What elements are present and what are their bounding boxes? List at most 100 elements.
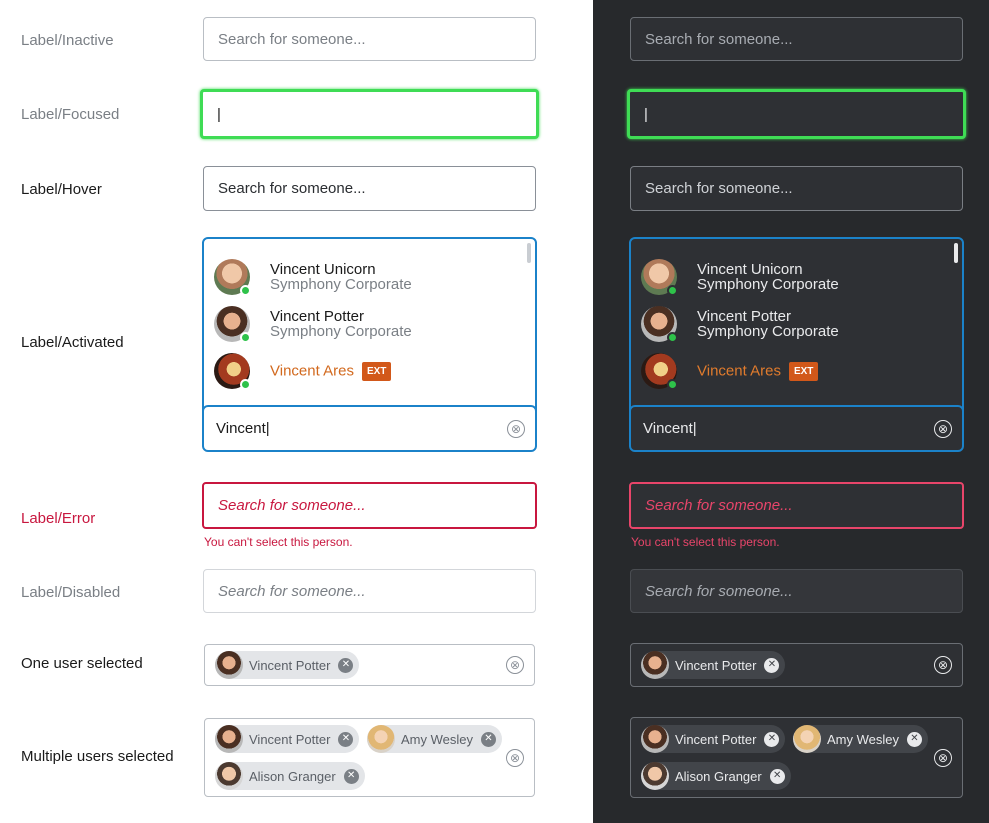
search-placeholder: Search for someone... <box>218 497 366 514</box>
vincent-unicorn-avatar <box>641 259 678 296</box>
user-chip[interactable]: Vincent Potter ✕ <box>641 651 786 679</box>
label-hover: Label/Hover <box>21 181 102 198</box>
clear-icon[interactable]: ⊗ <box>506 749 524 767</box>
result-item[interactable]: Vincent Unicorn Symphony Corporate <box>641 255 952 299</box>
search-input-inactive[interactable]: Search for someone... <box>203 17 536 61</box>
results-list[interactable]: Vincent Unicorn Symphony Corporate Vince… <box>631 239 962 407</box>
clear-icon[interactable]: ⊗ <box>934 749 952 767</box>
vincent-potter-avatar <box>641 651 669 679</box>
clear-icon[interactable]: ⊗ <box>934 419 952 438</box>
clear-icon[interactable]: ⊗ <box>507 419 525 438</box>
presence-online-icon <box>240 379 251 390</box>
result-org: Symphony Corporate <box>270 323 412 340</box>
result-item[interactable]: Vincent Ares EXT <box>214 349 525 393</box>
remove-chip-icon[interactable]: ✕ <box>764 657 780 673</box>
search-input-activated[interactable]: Vincent| ⊗ <box>204 405 535 450</box>
presence-online-icon <box>667 332 678 343</box>
clear-icon[interactable]: ⊗ <box>506 656 524 674</box>
search-input-inactive[interactable]: Search for someone... <box>630 17 963 61</box>
presence-online-icon <box>240 332 251 343</box>
amy-wesley-avatar <box>367 725 395 753</box>
search-dropdown-activated[interactable]: Vincent Unicorn Symphony Corporate Vince… <box>629 237 964 452</box>
presence-online-icon <box>667 379 678 390</box>
external-badge: EXT <box>361 361 392 381</box>
clear-icon[interactable]: ⊗ <box>934 656 952 674</box>
result-item[interactable]: Vincent Unicorn Symphony Corporate <box>214 255 525 299</box>
error-message: You can't select this person. <box>204 535 353 549</box>
result-name: Vincent Potter <box>270 308 364 325</box>
vincent-ares-avatar <box>214 353 251 390</box>
alison-granger-avatar <box>641 762 669 790</box>
presence-online-icon <box>240 285 251 296</box>
chip-label: Alison Granger <box>675 768 762 784</box>
vincent-potter-avatar <box>215 725 243 753</box>
result-name: Vincent Potter <box>697 308 791 325</box>
text-cursor: | <box>217 105 221 123</box>
user-chip[interactable]: Vincent Potter ✕ <box>641 725 786 753</box>
search-value: Vincent| <box>216 420 270 437</box>
user-chip[interactable]: Vincent Potter ✕ <box>215 725 360 753</box>
label-activated: Label/Activated <box>21 334 124 351</box>
search-input-activated[interactable]: Vincent| ⊗ <box>631 405 962 450</box>
label-focused: Label/Focused <box>21 106 120 123</box>
search-dropdown-activated[interactable]: Vincent Unicorn Symphony Corporate Vince… <box>202 237 537 452</box>
search-input-error[interactable]: Search for someone... <box>629 482 964 529</box>
scrollbar[interactable] <box>527 243 531 263</box>
dark-theme-panel: Search for someone... | Search for someo… <box>593 0 989 823</box>
selected-users-field-one[interactable]: Vincent Potter ✕ ⊗ <box>204 644 535 686</box>
user-chip[interactable]: Vincent Potter ✕ <box>215 651 360 679</box>
search-input-focused[interactable]: | <box>200 89 539 139</box>
selected-users-field-one[interactable]: Vincent Potter ✕ ⊗ <box>630 643 963 687</box>
remove-chip-icon[interactable]: ✕ <box>338 657 354 673</box>
label-disabled: Label/Disabled <box>21 584 121 601</box>
user-chip[interactable]: Alison Granger ✕ <box>641 762 791 790</box>
search-placeholder: Search for someone... <box>218 582 366 600</box>
remove-chip-icon[interactable]: ✕ <box>907 731 922 747</box>
vincent-ares-avatar <box>641 353 678 390</box>
search-input-disabled: Search for someone... <box>630 569 963 613</box>
label-inactive: Label/Inactive <box>21 32 114 49</box>
result-name: Vincent Ares EXT <box>270 361 392 381</box>
search-input-error[interactable]: Search for someone... <box>202 482 537 529</box>
result-item[interactable]: Vincent Potter Symphony Corporate <box>214 302 525 346</box>
vincent-potter-avatar <box>641 306 678 343</box>
vincent-potter-avatar <box>641 725 669 753</box>
remove-chip-icon[interactable]: ✕ <box>338 731 354 747</box>
results-list[interactable]: Vincent Unicorn Symphony Corporate Vince… <box>204 239 535 407</box>
remove-chip-icon[interactable]: ✕ <box>343 768 359 784</box>
search-placeholder: Search for someone... <box>218 180 366 197</box>
search-input-hover[interactable]: Search for someone... <box>630 166 963 211</box>
label-multi-selected: Multiple users selected <box>21 748 174 765</box>
light-theme-panel: Label/Inactive Search for someone... Lab… <box>0 0 593 823</box>
text-cursor: | <box>644 105 648 123</box>
remove-chip-icon[interactable]: ✕ <box>481 731 496 747</box>
remove-chip-icon[interactable]: ✕ <box>769 768 785 784</box>
alison-granger-avatar <box>215 762 243 790</box>
vincent-potter-avatar <box>214 306 251 343</box>
user-chip[interactable]: Alison Granger ✕ <box>215 762 365 790</box>
search-input-focused[interactable]: | <box>627 89 966 139</box>
selected-users-field-multi[interactable]: Vincent Potter ✕ Amy Wesley ✕ Alison Gra… <box>204 718 535 797</box>
search-input-hover[interactable]: Search for someone... <box>203 166 536 211</box>
error-message: You can't select this person. <box>631 535 780 549</box>
result-org: Symphony Corporate <box>697 276 839 293</box>
result-item[interactable]: Vincent Ares EXT <box>641 349 952 393</box>
remove-chip-icon[interactable]: ✕ <box>764 731 780 747</box>
user-chip[interactable]: Amy Wesley ✕ <box>793 725 928 753</box>
vincent-potter-avatar <box>215 651 243 679</box>
search-placeholder: Search for someone... <box>645 30 793 48</box>
search-placeholder: Search for someone... <box>645 497 793 514</box>
result-org: Symphony Corporate <box>270 276 412 293</box>
search-placeholder: Search for someone... <box>218 30 366 48</box>
user-chip[interactable]: Amy Wesley ✕ <box>367 725 502 753</box>
search-placeholder: Search for someone... <box>645 180 793 197</box>
chip-label: Vincent Potter <box>675 657 757 673</box>
selected-users-field-multi[interactable]: Vincent Potter ✕ Amy Wesley ✕ Alison Gra… <box>630 717 963 798</box>
result-item[interactable]: Vincent Potter Symphony Corporate <box>641 302 952 346</box>
amy-wesley-avatar <box>793 725 821 753</box>
label-one-selected: One user selected <box>21 655 143 672</box>
chip-label: Amy Wesley <box>401 731 473 747</box>
scrollbar[interactable] <box>954 243 958 263</box>
search-placeholder: Search for someone... <box>645 582 793 600</box>
label-error: Label/Error <box>21 510 96 527</box>
